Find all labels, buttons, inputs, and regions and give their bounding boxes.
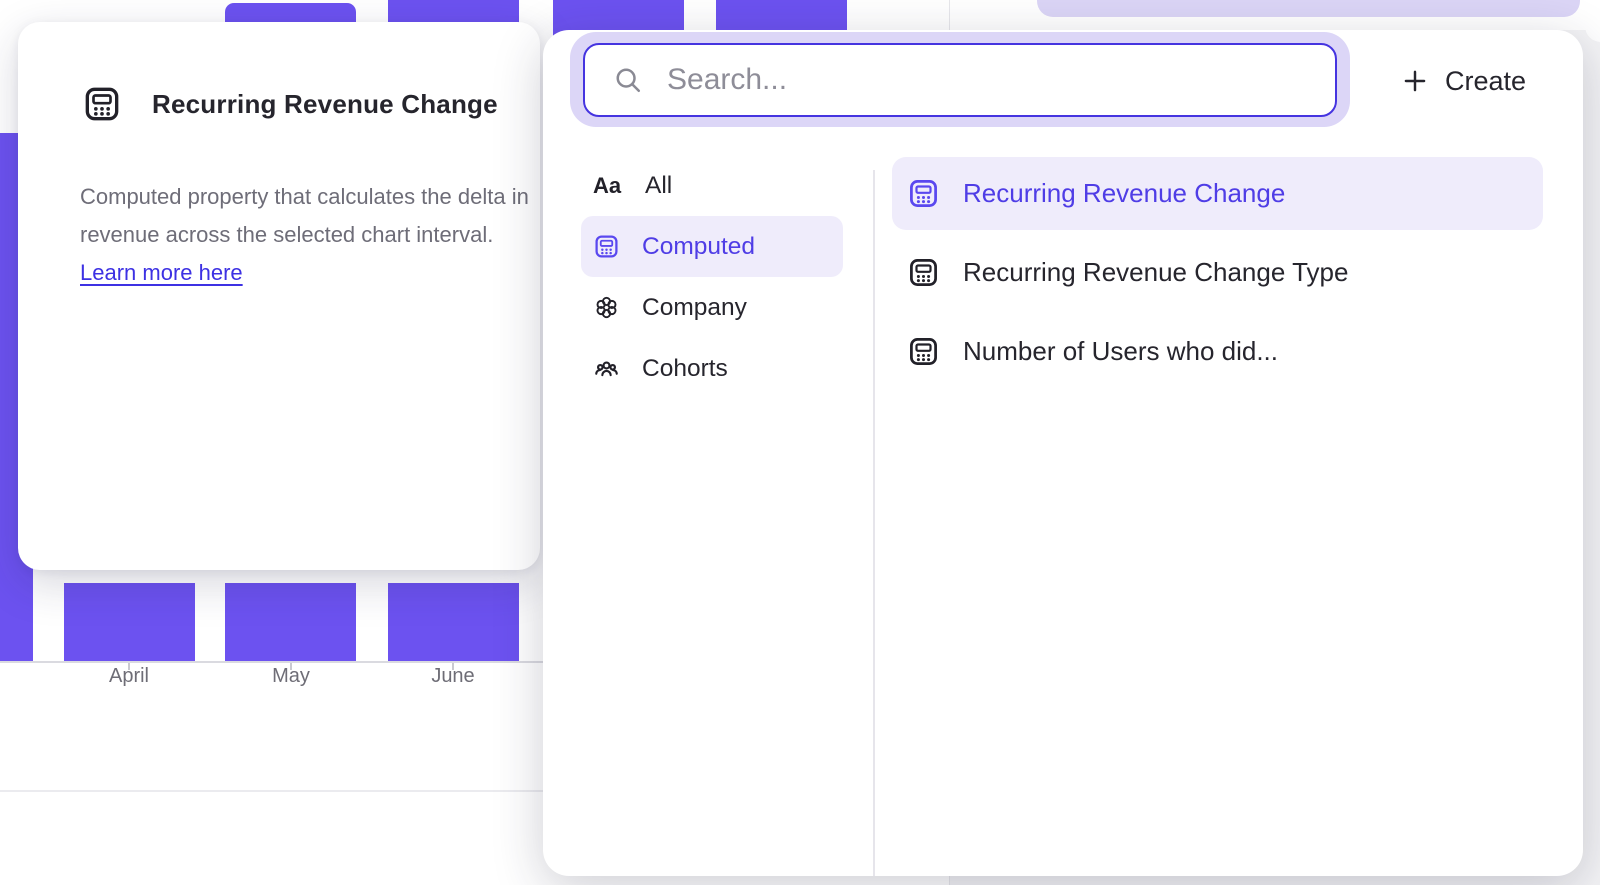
category-item-cohorts[interactable]: Cohorts [581,338,843,399]
company-cluster-icon [593,294,620,321]
search-icon [613,65,643,95]
plus-icon [1401,67,1429,95]
result-item-recurring-revenue-change-type[interactable]: Recurring Revenue Change Type [892,236,1543,309]
result-label: Recurring Revenue Change Type [963,257,1348,288]
calculator-icon [82,84,122,124]
category-item-all[interactable]: Aa All [581,155,843,216]
create-button-label: Create [1445,66,1526,97]
x-label-april: April [69,665,189,688]
calculator-icon [593,233,620,260]
category-item-company[interactable]: Company [581,277,843,338]
selected-property-pill[interactable]: property [1037,0,1580,17]
property-tooltip: Recurring Revenue Change Computed proper… [18,22,540,570]
learn-more-link[interactable]: Learn more here [80,260,243,285]
category-label: All [645,172,672,200]
category-label: Company [642,294,747,322]
category-label: Computed [642,233,755,261]
search-focus-ring [570,32,1350,127]
result-item-number-of-users[interactable]: Number of Users who did... [892,315,1543,388]
search-input[interactable] [665,62,1319,98]
x-label-may: May [231,665,351,688]
topbar-corner-panel [1585,0,1600,42]
chart-bar [64,583,195,661]
category-label: Cohorts [642,355,728,383]
cohorts-people-icon [593,355,620,382]
create-button[interactable]: Create [1391,58,1536,104]
chart-bar [388,583,519,661]
tooltip-description: Computed property that calculates the de… [80,184,529,247]
result-item-recurring-revenue-change[interactable]: Recurring Revenue Change [892,157,1543,230]
result-list: Recurring Revenue Change Recurring Reven… [892,157,1543,394]
category-item-computed[interactable]: Computed [581,216,843,277]
property-picker-modal: Create Aa All Computed Company Cohorts [543,30,1583,876]
result-label: Number of Users who did... [963,336,1278,367]
screen: April May June property Recurring Revenu… [0,0,1600,885]
search-field[interactable] [583,43,1337,117]
calculator-icon [907,256,940,289]
text-aa-icon: Aa [593,173,623,199]
panel-divider [873,170,875,876]
calculator-icon [907,335,940,368]
calculator-icon [907,177,940,210]
category-list: Aa All Computed Company Cohorts [581,155,843,399]
chart-bar [225,583,356,661]
tooltip-title: Recurring Revenue Change [152,89,498,120]
result-label: Recurring Revenue Change [963,178,1285,209]
x-label-june: June [393,665,513,688]
